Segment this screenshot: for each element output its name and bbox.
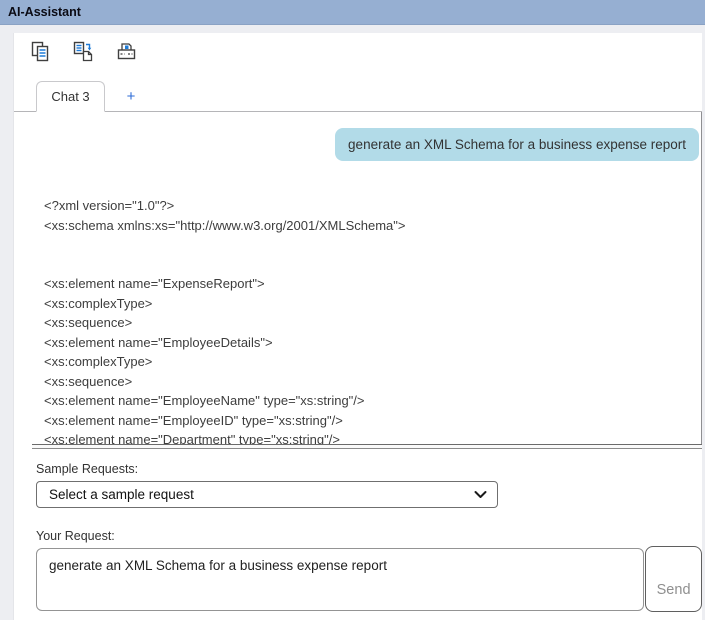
chat-conversation-area: generate an XML Schema for a business ex… xyxy=(14,112,702,444)
tab-chat-3[interactable]: Chat 3 xyxy=(36,81,105,112)
ai-assistant-panel: Chat 3 + generate an XML Schema for a bu… xyxy=(13,33,702,620)
chevron-down-icon xyxy=(474,487,487,502)
tab-strip: Chat 3 + xyxy=(14,80,702,112)
code-line xyxy=(44,235,701,255)
code-line: <xs:sequence> xyxy=(44,372,701,392)
request-input[interactable]: generate an XML Schema for a business ex… xyxy=(36,548,644,611)
code-line: <xs:element name="ExpenseReport"> xyxy=(44,274,701,294)
user-message-bubble: generate an XML Schema for a business ex… xyxy=(335,128,699,161)
code-line: <xs:sequence> xyxy=(44,313,701,333)
send-button-label: Send xyxy=(657,582,691,598)
code-line: <xs:schema xmlns:xs="http://www.w3.org/2… xyxy=(44,216,701,236)
send-button[interactable]: Send xyxy=(645,546,702,612)
plus-icon: + xyxy=(127,88,136,105)
panel-titlebar: AI-Assistant xyxy=(0,0,705,25)
your-request-label: Your Request: xyxy=(36,529,702,543)
request-row: generate an XML Schema for a business ex… xyxy=(36,548,702,612)
code-line: <xs:element name="EmployeeName" type="xs… xyxy=(44,391,701,411)
export-to-document-icon xyxy=(73,41,94,67)
archive-button[interactable] xyxy=(115,43,137,65)
export-button[interactable] xyxy=(72,43,94,65)
code-line: <xs:complexType> xyxy=(44,352,701,372)
request-form: Sample Requests: Select a sample request… xyxy=(36,449,702,612)
new-chat-button[interactable]: + xyxy=(118,88,144,105)
panel-title: AI-Assistant xyxy=(8,5,81,19)
code-line: <?xml version="1.0"?> xyxy=(44,196,701,216)
code-line: <xs:complexType> xyxy=(44,294,701,314)
tab-label: Chat 3 xyxy=(51,89,89,104)
code-line: <xs:element name="EmployeeDetails"> xyxy=(44,333,701,353)
copy-button[interactable] xyxy=(29,43,51,65)
user-message-text: generate an XML Schema for a business ex… xyxy=(348,137,686,152)
code-line xyxy=(44,255,701,275)
sample-request-selected-value: Select a sample request xyxy=(49,487,194,502)
toolbar xyxy=(29,43,137,65)
sample-requests-label: Sample Requests: xyxy=(36,462,702,476)
assistant-response-code: <?xml version="1.0"?> <xs:schema xmlns:x… xyxy=(44,196,701,444)
archive-icon xyxy=(116,41,137,67)
code-line: <xs:element name="Department" type="xs:s… xyxy=(44,430,701,444)
copy-icon xyxy=(31,41,50,67)
code-line: <xs:element name="EmployeeID" type="xs:s… xyxy=(44,411,701,431)
sample-request-select[interactable]: Select a sample request xyxy=(36,481,498,508)
